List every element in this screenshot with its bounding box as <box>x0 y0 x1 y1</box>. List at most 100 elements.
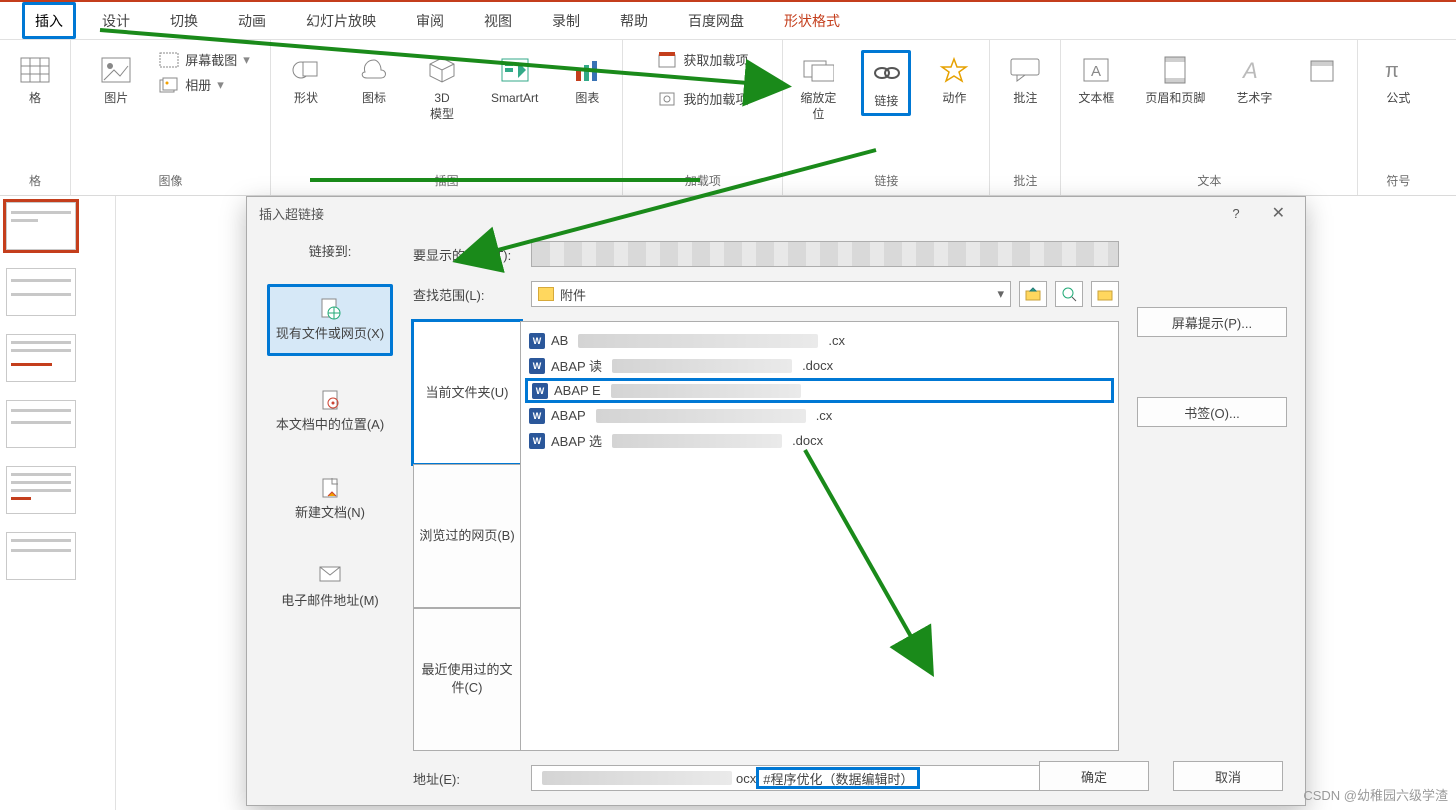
file-row[interactable]: AB.cx <box>525 328 1114 353</box>
cancel-button[interactable]: 取消 <box>1173 761 1283 791</box>
textbox-label: 文本框 <box>1078 90 1114 106</box>
ok-button[interactable]: 确定 <box>1039 761 1149 791</box>
group-link-label: 链接 <box>874 168 898 193</box>
tab-insert[interactable]: 插入 <box>22 2 76 39</box>
address-bookmark-value: #程序优化（数据编辑时） <box>756 767 920 789</box>
file-row[interactable]: ABAP 选.docx <box>525 428 1114 453</box>
linkopt-new-doc[interactable]: 新建文档(N) <box>267 466 393 532</box>
tab-slideshow[interactable]: 幻灯片放映 <box>292 2 390 39</box>
tab-shape-format[interactable]: 形状格式 <box>770 2 854 39</box>
icons-label: 图标 <box>362 90 386 106</box>
ftab-recent-files[interactable]: 最近使用过的文件(C) <box>413 608 521 751</box>
table-label: 格 <box>29 90 41 106</box>
ftab-current-folder[interactable]: 当前文件夹(U) <box>413 321 521 464</box>
slide-thumb[interactable] <box>6 268 76 316</box>
ribbon-tabs: 插入 设计 切换 动画 幻灯片放映 审阅 视图 录制 帮助 百度网盘 形状格式 <box>0 2 1456 40</box>
my-addins-button[interactable]: 我的加载项 <box>657 89 748 108</box>
file-row[interactable]: ABAP.cx <box>525 403 1114 428</box>
headerfooter-button[interactable]: 页眉和页脚 <box>1139 50 1211 110</box>
linkopt-existing-label: 现有文件或网页(X) <box>276 325 384 343</box>
email-icon <box>318 564 342 588</box>
linkopt-email[interactable]: 电子邮件地址(M) <box>267 554 393 620</box>
svg-text:A: A <box>1091 63 1101 80</box>
equation-button[interactable]: π公式 <box>1373 50 1423 110</box>
shapes-button[interactable]: 形状 <box>281 50 331 110</box>
browse-web-button[interactable] <box>1055 281 1083 307</box>
address-input[interactable]: ocx #程序优化（数据编辑时） ▾ <box>531 765 1119 791</box>
tab-review[interactable]: 审阅 <box>402 2 458 39</box>
dialog-close-button[interactable]: ✕ <box>1264 199 1293 227</box>
equation-label: 公式 <box>1386 90 1410 106</box>
album-icon <box>159 77 179 93</box>
date-button[interactable] <box>1297 50 1347 94</box>
slide-thumb[interactable] <box>6 532 76 580</box>
zoom-icon <box>802 54 834 86</box>
action-icon <box>938 54 970 86</box>
wordart-button[interactable]: A艺术字 <box>1229 50 1279 110</box>
smartart-label: SmartArt <box>491 90 538 106</box>
linkopt-newdoc-label: 新建文档(N) <box>295 504 365 522</box>
file-row-selected[interactable]: ABAP E <box>525 378 1114 403</box>
up-folder-button[interactable] <box>1019 281 1047 307</box>
textbox-button[interactable]: A 文本框 <box>1071 50 1121 110</box>
tab-transition[interactable]: 切换 <box>156 2 212 39</box>
zoom-label: 缩放定 位 <box>800 90 836 122</box>
dialog-help[interactable]: ? <box>1232 206 1239 221</box>
get-addins-button[interactable]: 获取加载项 <box>657 50 748 69</box>
tab-help[interactable]: 帮助 <box>606 2 662 39</box>
tab-view[interactable]: 视图 <box>470 2 526 39</box>
tab-design[interactable]: 设计 <box>88 2 144 39</box>
bookmark-button[interactable]: 书签(O)... <box>1137 397 1287 427</box>
album-button[interactable]: 相册▾ <box>159 75 224 94</box>
file-ext: .cx <box>816 408 833 423</box>
slide-thumb[interactable] <box>6 466 76 514</box>
look-in-combo[interactable]: 附件 ▾ <box>531 281 1011 307</box>
table-button[interactable]: 格 <box>10 50 60 110</box>
tab-animation[interactable]: 动画 <box>224 2 280 39</box>
screenshot-icon <box>159 52 179 68</box>
insert-hyperlink-dialog: 插入超链接 ? ✕ 链接到: 现有文件或网页(X) 本文档中的位置(A) 新建文… <box>246 196 1306 806</box>
smartart-button[interactable]: SmartArt <box>485 50 544 110</box>
slide-thumb[interactable] <box>6 202 76 250</box>
icons-button[interactable]: 图标 <box>349 50 399 110</box>
globe-search-icon <box>1061 286 1077 302</box>
wordart-icon: A <box>1238 54 1270 86</box>
addin-icon <box>657 90 677 108</box>
chart-button[interactable]: 图表 <box>562 50 612 110</box>
browse-file-button[interactable] <box>1091 281 1119 307</box>
linkopt-place-label: 本文档中的位置(A) <box>276 416 384 434</box>
ftab-browsed-pages[interactable]: 浏览过的网页(B) <box>413 464 521 607</box>
group-table-label: 格 <box>29 168 41 193</box>
tab-record[interactable]: 录制 <box>538 2 594 39</box>
comment-button[interactable]: 批注 <box>1000 50 1050 110</box>
action-label: 动作 <box>942 90 966 106</box>
word-icon <box>532 383 548 399</box>
file-row[interactable]: ABAP 读.docx <box>525 353 1114 378</box>
linkopt-email-label: 电子邮件地址(M) <box>281 592 379 610</box>
screenshot-button[interactable]: 屏幕截图▾ <box>159 50 250 69</box>
watermark: CSDN @幼稚园六级学渣 <box>1303 785 1448 804</box>
link-label: 链接 <box>874 93 898 109</box>
linkopt-place-in-doc[interactable]: 本文档中的位置(A) <box>267 378 393 444</box>
link-button[interactable]: 链接 <box>861 50 911 116</box>
image-button[interactable]: 图片 <box>91 50 141 110</box>
file-ext: .docx <box>792 433 823 448</box>
action-button[interactable]: 动作 <box>929 50 979 110</box>
chevron-down-icon: ▾ <box>997 286 1004 302</box>
slide-thumb[interactable] <box>6 334 76 382</box>
slide-thumb[interactable] <box>6 400 76 448</box>
comment-icon <box>1009 54 1041 86</box>
word-icon <box>529 333 545 349</box>
svg-text:A: A <box>1241 58 1258 83</box>
tab-baidu[interactable]: 百度网盘 <box>674 2 758 39</box>
screentip-button[interactable]: 屏幕提示(P)... <box>1137 307 1287 337</box>
group-image-label: 图像 <box>158 168 182 193</box>
zoom-button[interactable]: 缩放定 位 <box>793 50 843 126</box>
3dmodel-button[interactable]: 3D 模型 <box>417 50 467 126</box>
my-addins-label: 我的加载项 <box>683 89 748 108</box>
address-prefix: ocx <box>736 771 756 786</box>
globe-page-icon <box>318 297 342 321</box>
linkopt-existing-file[interactable]: 现有文件或网页(X) <box>267 284 393 356</box>
file-list[interactable]: AB.cx ABAP 读.docx ABAP E ABAP.cx ABAP 选.… <box>520 321 1119 751</box>
display-text-input[interactable] <box>531 241 1119 267</box>
